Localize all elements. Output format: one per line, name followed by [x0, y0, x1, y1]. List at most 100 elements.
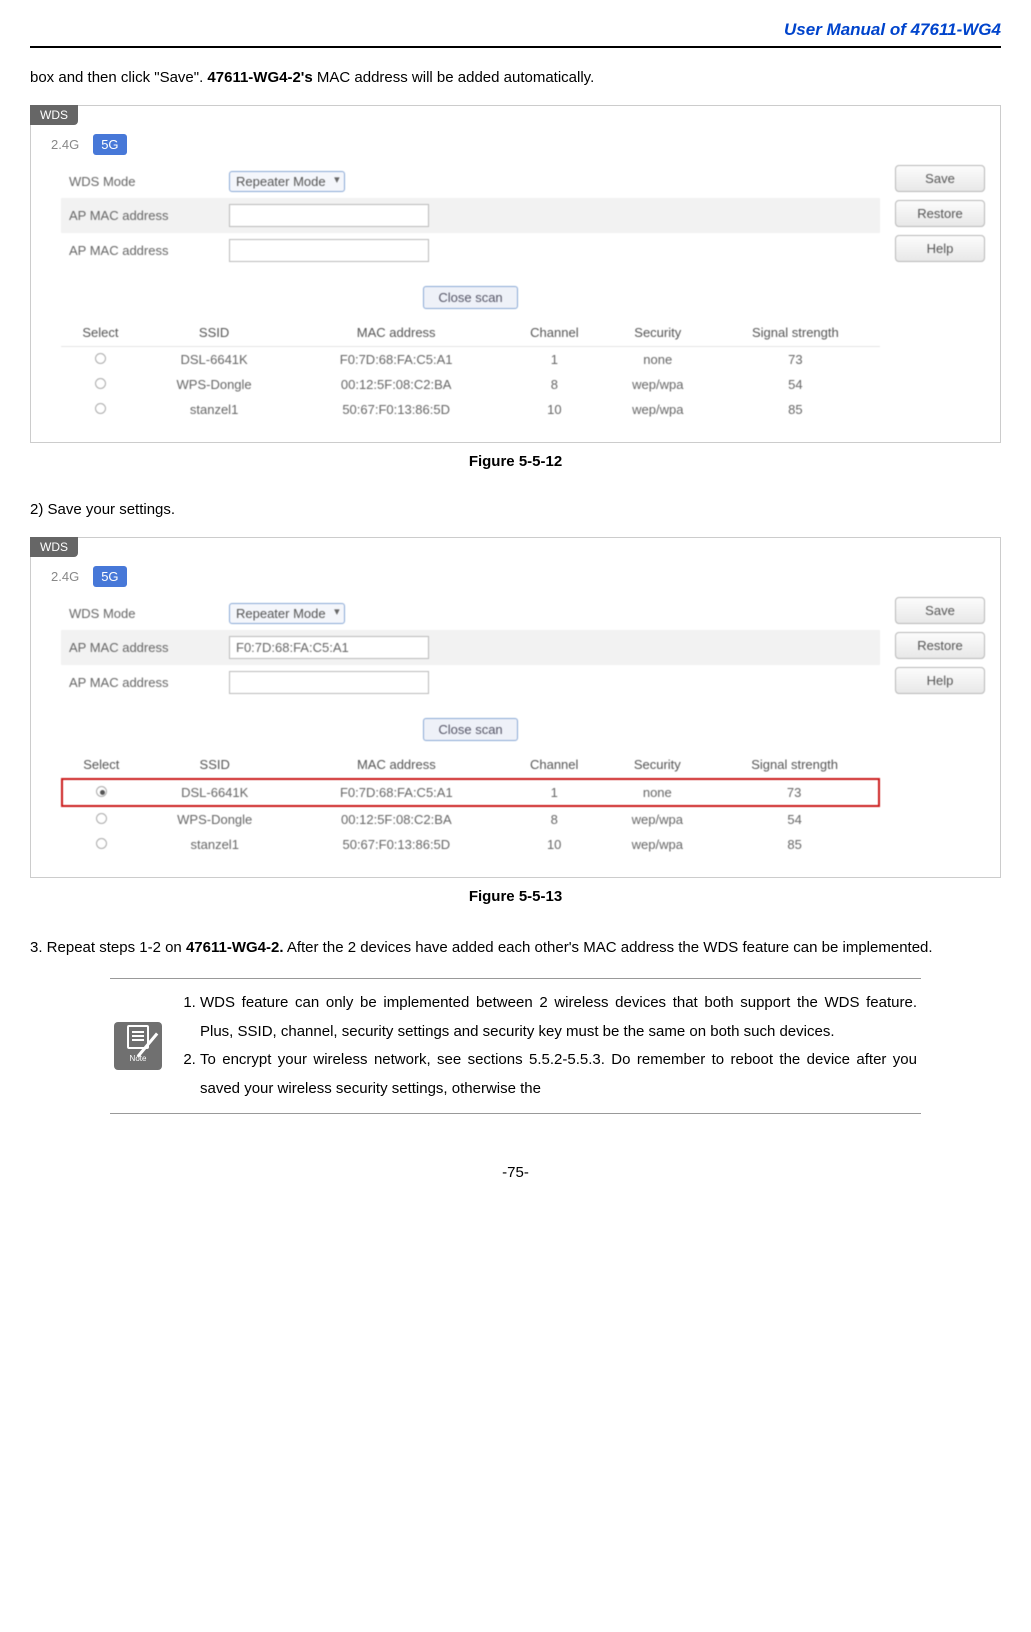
tab-5g[interactable]: 5G: [93, 134, 126, 155]
help-button[interactable]: Help: [895, 667, 985, 694]
cell-mac: 00:12:5F:08:C2:BA: [288, 372, 504, 397]
cell-ssid: WPS-Dongle: [141, 806, 289, 832]
cell-sec: wep/wpa: [604, 832, 710, 857]
tab-24g[interactable]: 2.4G: [43, 566, 87, 587]
cell-ch: 10: [504, 397, 605, 422]
step3-p1: 3. Repeat steps 1-2 on: [30, 939, 186, 956]
intro-text: box and then click "Save". 47611-WG4-2's…: [30, 66, 1001, 90]
wds-panel-1: WDS 2.4G 5G WDS Mode Repeater Mode AP MA…: [30, 105, 1001, 443]
cell-ch: 10: [504, 832, 605, 857]
radio-select[interactable]: [96, 786, 107, 797]
th-channel: Channel: [504, 319, 605, 347]
radio-select[interactable]: [95, 378, 106, 389]
note-item-2: To encrypt your wireless network, see se…: [200, 1046, 917, 1103]
save-button[interactable]: Save: [895, 597, 985, 624]
close-scan-button[interactable]: Close scan: [423, 286, 517, 309]
input-mac1[interactable]: [229, 204, 429, 227]
band-tabs: 2.4G 5G: [31, 106, 1000, 155]
input-mac2[interactable]: [229, 671, 429, 694]
note2-p1: To encrypt your wireless network, see: [200, 1051, 468, 1068]
input-mac1[interactable]: [229, 636, 429, 659]
cell-ssid: stanzel1: [140, 397, 289, 422]
tab-5g[interactable]: 5G: [93, 566, 126, 587]
cell-sec: wep/wpa: [604, 806, 710, 832]
cell-ch: 1: [504, 779, 605, 806]
scan-table-2: Select SSID MAC address Channel Security…: [61, 751, 880, 857]
table-row: WPS-Dongle 00:12:5F:08:C2:BA 8 wep/wpa 5…: [62, 806, 879, 832]
figure-caption-1: Figure 5-5-12: [30, 453, 1001, 470]
panel-tab-wds[interactable]: WDS: [30, 537, 78, 557]
row-wds-mode: WDS Mode Repeater Mode: [61, 165, 880, 198]
input-mac2[interactable]: [229, 239, 429, 262]
label-mac1: AP MAC address: [69, 208, 229, 223]
th-security: Security: [605, 319, 711, 347]
row-mac1: AP MAC address: [61, 630, 880, 665]
close-scan-button[interactable]: Close scan: [423, 718, 517, 741]
cell-ssid: DSL-6641K: [141, 779, 289, 806]
cell-mac: 50:67:F0:13:86:5D: [289, 832, 504, 857]
note2-bold: sections 5.5.2-5.5.3: [468, 1051, 601, 1068]
cell-sig: 85: [710, 832, 879, 857]
radio-select[interactable]: [96, 838, 107, 849]
panel-tab-wds[interactable]: WDS: [30, 105, 78, 125]
intro-suffix: MAC address will be added automatically.: [313, 69, 595, 86]
cell-ch: 8: [504, 806, 605, 832]
cell-sig: 73: [711, 347, 880, 373]
wds-panel-2: WDS 2.4G 5G WDS Mode Repeater Mode AP MA…: [30, 537, 1001, 878]
radio-select[interactable]: [95, 353, 106, 364]
row-mac2: AP MAC address: [61, 665, 880, 700]
th-security: Security: [604, 751, 710, 779]
label-mac2: AP MAC address: [69, 675, 229, 690]
th-signal: Signal strength: [711, 319, 880, 347]
row-wds-mode: WDS Mode Repeater Mode: [61, 597, 880, 630]
cell-mac: F0:7D:68:FA:C5:A1: [288, 347, 504, 373]
step3-bold: 47611-WG4-2.: [186, 939, 284, 956]
cell-sec: none: [605, 347, 711, 373]
th-ssid: SSID: [140, 319, 289, 347]
table-row: WPS-Dongle 00:12:5F:08:C2:BA 8 wep/wpa 5…: [61, 372, 880, 397]
select-wds-mode[interactable]: Repeater Mode: [229, 603, 345, 624]
table-row: stanzel1 50:67:F0:13:86:5D 10 wep/wpa 85: [62, 832, 879, 857]
cell-sec: none: [604, 779, 710, 806]
step2-text: 2) Save your settings.: [30, 498, 1001, 522]
label-mac2: AP MAC address: [69, 243, 229, 258]
help-button[interactable]: Help: [895, 235, 985, 262]
note-box: Note WDS feature can only be implemented…: [110, 978, 921, 1114]
step3-text: 3. Repeat steps 1-2 on 47611-WG4-2. Afte…: [30, 933, 1001, 963]
band-tabs: 2.4G 5G: [31, 538, 1000, 587]
cell-sig: 73: [710, 779, 879, 806]
th-select: Select: [62, 751, 141, 779]
cell-ssid: DSL-6641K: [140, 347, 289, 373]
row-mac1: AP MAC address: [61, 198, 880, 233]
radio-select[interactable]: [95, 403, 106, 414]
th-select: Select: [61, 319, 140, 347]
th-mac: MAC address: [289, 751, 504, 779]
cell-sig: 85: [711, 397, 880, 422]
cell-ch: 1: [504, 347, 605, 373]
scan-table-1: Select SSID MAC address Channel Security…: [61, 319, 880, 422]
label-mac1: AP MAC address: [69, 640, 229, 655]
save-button[interactable]: Save: [895, 165, 985, 192]
cell-mac: F0:7D:68:FA:C5:A1: [289, 779, 504, 806]
cell-sig: 54: [711, 372, 880, 397]
manual-header: User Manual of 47611-WG4: [30, 20, 1001, 48]
th-ssid: SSID: [141, 751, 289, 779]
radio-select[interactable]: [96, 813, 107, 824]
cell-sig: 54: [710, 806, 879, 832]
intro-prefix: box and then click "Save".: [30, 69, 207, 86]
tab-24g[interactable]: 2.4G: [43, 134, 87, 155]
cell-ssid: stanzel1: [141, 832, 289, 857]
cell-mac: 50:67:F0:13:86:5D: [288, 397, 504, 422]
cell-ch: 8: [504, 372, 605, 397]
figure-caption-2: Figure 5-5-13: [30, 888, 1001, 905]
row-mac2: AP MAC address: [61, 233, 880, 268]
note-item-1: WDS feature can only be implemented betw…: [200, 989, 917, 1046]
select-wds-mode[interactable]: Repeater Mode: [229, 171, 345, 192]
step3-p2: After the 2 devices have added each othe…: [284, 939, 933, 956]
cell-mac: 00:12:5F:08:C2:BA: [289, 806, 504, 832]
label-wds-mode: WDS Mode: [69, 606, 229, 621]
cell-sec: wep/wpa: [605, 372, 711, 397]
restore-button[interactable]: Restore: [895, 632, 985, 659]
table-row: DSL-6641K F0:7D:68:FA:C5:A1 1 none 73: [61, 347, 880, 373]
restore-button[interactable]: Restore: [895, 200, 985, 227]
